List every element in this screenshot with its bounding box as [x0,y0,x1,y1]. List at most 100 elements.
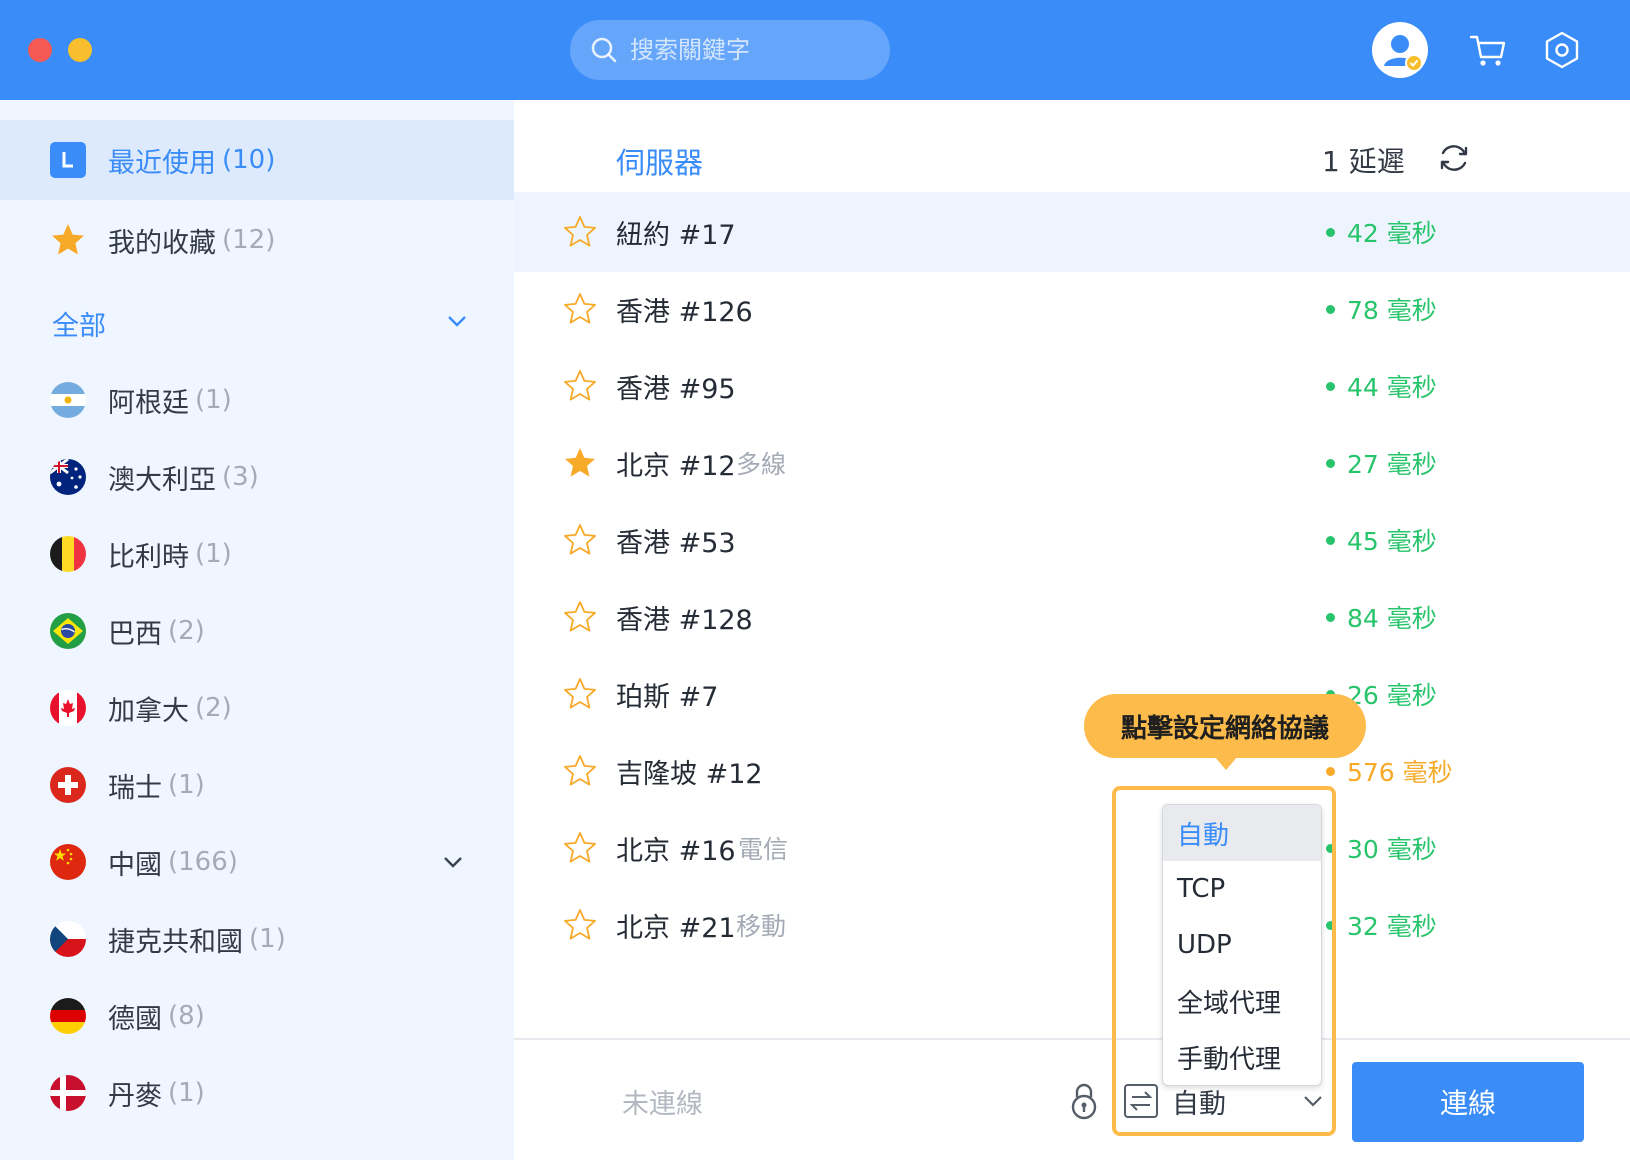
sidebar-all-label: 全部 [52,311,106,342]
star-outline-icon[interactable] [562,291,598,327]
connect-button[interactable]: 連線 [1352,1062,1584,1142]
server-tag: 移動 [736,912,787,941]
star-outline-icon[interactable] [562,907,598,943]
star-outline-icon[interactable] [562,368,598,404]
search-input[interactable] [630,36,870,64]
server-row[interactable]: 香港 #128 84 毫秒 [514,577,1630,657]
latency-text: 78 毫秒 [1347,296,1437,325]
server-row[interactable]: 珀斯 #7 26 毫秒 [514,654,1630,734]
latency-text: 42 毫秒 [1347,219,1437,248]
star-outline-icon[interactable] [562,753,598,789]
sidebar-item-country[interactable]: 德國 (8) [0,976,514,1056]
protocol-option-manual-proxy[interactable]: 手動代理 [1163,1029,1321,1085]
lock-icon[interactable] [1068,1082,1100,1120]
sidebar-item-count: (2) [168,616,205,646]
protocol-option-tcp[interactable]: TCP [1163,861,1321,917]
latency-status-dot [1326,381,1335,391]
sidebar-item-label: 德國 [108,1003,162,1035]
star-icon [50,222,86,258]
server-column-header[interactable]: 伺服器 [616,140,703,182]
sidebar-item-country[interactable]: 中國 (166) [0,822,514,902]
search-box[interactable] [570,20,890,80]
settings-hexagon-icon[interactable] [1534,22,1590,78]
sidebar-item-count: (166) [168,847,238,877]
star-outline-icon[interactable] [562,214,598,250]
protocol-option-udp[interactable]: UDP [1163,917,1321,973]
star-filled-icon[interactable] [562,445,598,481]
star-outline-icon[interactable] [562,599,598,635]
sidebar-item-count: (10) [222,145,276,175]
latency-status-dot [1326,304,1335,314]
server-name: 香港 #126 [616,296,753,328]
user-avatar-icon[interactable] [1372,22,1428,78]
sidebar-item-count: (1) [195,385,232,415]
server-row[interactable]: 紐約 #17 42 毫秒 [514,192,1630,272]
latency-status-dot [1326,766,1335,776]
latency-text: 44 毫秒 [1347,373,1437,402]
latency-text: 26 毫秒 [1347,681,1437,710]
sidebar-item-country[interactable]: 巴西 (2) [0,591,514,671]
latency-value: 42 毫秒 [1326,214,1437,250]
star-outline-icon[interactable] [562,522,598,558]
protocol-option-auto[interactable]: 自動 [1163,805,1321,861]
server-row[interactable]: 北京 #21 移動 32 毫秒 [514,885,1630,965]
star-outline-icon[interactable] [562,676,598,712]
czech-flag [50,921,86,957]
sidebar-item-label: 巴西 [108,618,162,650]
server-row[interactable]: 香港 #53 45 毫秒 [514,500,1630,580]
sidebar-item-label: 阿根廷 [108,387,189,419]
server-row[interactable]: 吉隆坡 #12 576 毫秒 [514,731,1630,811]
latency-value: 576 毫秒 [1326,753,1453,789]
sidebar-all-section[interactable]: 全部 [0,280,514,360]
sidebar-item-count: (12) [222,225,276,255]
latency-status-dot [1326,227,1335,237]
brazil-flag [50,613,86,649]
latency-value: 84 毫秒 [1326,599,1437,635]
server-name: 香港 #95 [616,373,736,405]
server-row[interactable]: 香港 #95 44 毫秒 [514,346,1630,426]
connection-status: 未連線 [622,1089,703,1120]
server-row[interactable]: 北京 #12 多線 27 毫秒 [514,423,1630,503]
window-minimize-button[interactable] [68,38,92,62]
window-close-button[interactable] [28,38,52,62]
sidebar-item-country[interactable]: 澳大利亞 (3) [0,437,514,517]
server-name: 北京 #21 [616,912,736,944]
chevron-down-icon[interactable] [442,851,464,873]
sidebar-item-favorites[interactable]: 我的收藏 (12) [0,200,514,280]
refresh-icon[interactable] [1436,140,1472,176]
latency-column-header[interactable]: 1 延遲 [1322,140,1405,180]
server-row[interactable]: 北京 #16 電信 30 毫秒 [514,808,1630,888]
sidebar-item-count: (1) [249,924,286,954]
argentina-flag [50,382,86,418]
sidebar-item-country[interactable]: 捷克共和國 (1) [0,899,514,979]
protocol-tooltip: 點擊設定網絡協議 [1084,694,1366,758]
cart-icon[interactable] [1460,22,1516,78]
latency-text: 576 毫秒 [1347,758,1453,787]
sidebar-item-recent[interactable]: 最近使用 (10) [0,120,514,200]
server-row[interactable]: 香港 #126 78 毫秒 [514,269,1630,349]
latency-text: 30 毫秒 [1347,835,1437,864]
sidebar-item-label: 加拿大 [108,695,189,727]
sidebar-item-country[interactable]: 比利時 (1) [0,514,514,594]
sidebar-item-country[interactable]: 阿根廷 (1) [0,360,514,440]
star-outline-icon[interactable] [562,830,598,866]
china-flag [50,844,86,880]
server-tag: 多線 [736,450,787,479]
germany-flag [50,998,86,1034]
sidebar-item-label: 捷克共和國 [108,926,243,958]
sidebar-item-country[interactable]: 丹麥 (1) [0,1053,514,1133]
app-window: 最近使用 (10) 我的收藏 (12) 全部 [0,0,1630,1160]
latency-value: 30 毫秒 [1326,830,1437,866]
sidebar-item-label: 比利時 [108,541,189,573]
server-list-panel: 伺服器 1 延遲 紐約 #17 42 毫秒香港 #126 78 毫秒香港 #95 44… [514,100,1630,1160]
sidebar-item-label: 丹麥 [108,1080,162,1112]
title-bar [0,0,1630,100]
sidebar-item-country[interactable]: 瑞士 (1) [0,745,514,825]
sidebar-item-country[interactable]: 加拿大 (2) [0,668,514,748]
sidebar-item-count: (1) [195,539,232,569]
server-name: 紐約 #17 [616,219,736,251]
sidebar-item-label: 最近使用 [108,147,216,179]
latency-status-dot [1326,612,1335,622]
protocol-option-global-proxy[interactable]: 全域代理 [1163,973,1321,1029]
server-name: 吉隆坡 #12 [616,758,763,790]
